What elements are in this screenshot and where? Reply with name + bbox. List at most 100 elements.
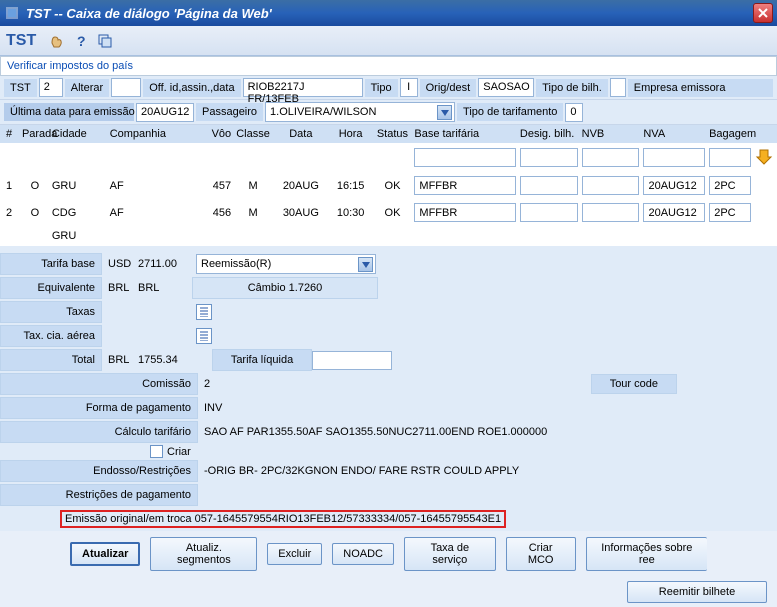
col-bagagem: Bagagem <box>707 128 753 140</box>
help-icon[interactable]: ? <box>72 32 90 50</box>
endosso-val: -ORIG BR- 2PC/32KGNON ENDO/ FARE RSTR CO… <box>198 462 525 480</box>
tarifa-liquida-input[interactable] <box>312 351 392 370</box>
restricoes-label: Restrições de pagamento <box>0 484 198 506</box>
emissao-label: Emissão original/em troca <box>65 513 192 525</box>
window-title: TST -- Caixa de diálogo 'Página da Web' <box>26 6 753 21</box>
origdest-value: SAOSAO <box>478 78 534 97</box>
criar-checkbox[interactable] <box>150 445 163 458</box>
reemitir-bilhete-button[interactable]: Reemitir bilhete <box>627 581 767 603</box>
bag-input-blank[interactable] <box>709 148 751 167</box>
filter-row-2: Última data para emissão 20AUG12 Passage… <box>0 100 777 125</box>
toolbar: TST ? <box>0 26 777 56</box>
desig-input[interactable] <box>520 176 578 195</box>
offid-value: RIOB2217J FR/13FEB <box>243 78 363 97</box>
total-val: 1755.34 <box>132 351 192 369</box>
desig-input-blank[interactable] <box>520 148 578 167</box>
equivalente-val: BRL <box>132 279 192 297</box>
nva-input-blank[interactable] <box>643 148 705 167</box>
atualiz-segmentos-button[interactable]: Atualiz. segmentos <box>150 537 257 571</box>
base-input-blank[interactable] <box>414 148 516 167</box>
tst-label: TST <box>4 79 37 97</box>
equivalente-cur: BRL <box>102 279 132 297</box>
total-label: Total <box>0 349 102 371</box>
alterar-label[interactable]: Alterar <box>65 79 109 97</box>
nva-input[interactable] <box>643 203 705 222</box>
ultima-label: Última data para emissão <box>4 103 134 121</box>
ultima-value: 20AUG12 <box>136 103 194 122</box>
tipotarif-label: Tipo de tarifamento <box>457 103 563 121</box>
filter-row-1: TST 2 Alterar Off. id,assin.,data RIOB22… <box>0 76 777 100</box>
form-section: Tarifa base USD 2711.00 Reemissão(R) Equ… <box>0 246 777 531</box>
verify-taxes-link[interactable]: Verificar impostos do país <box>0 56 777 76</box>
window-titlebar: TST -- Caixa de diálogo 'Página da Web' <box>0 0 777 26</box>
nvb-input-blank[interactable] <box>582 148 640 167</box>
alterar-input[interactable] <box>111 78 141 97</box>
col-data: Data <box>273 128 329 140</box>
info-reemissao-button[interactable]: Informações sobre ree <box>586 537 707 571</box>
forma-pag-val: INV <box>198 399 228 417</box>
base-input[interactable] <box>414 203 516 222</box>
criar-label: Criar <box>167 446 191 458</box>
list-icon[interactable] <box>196 304 212 320</box>
forma-pag-label: Forma de pagamento <box>0 397 198 419</box>
offid-label: Off. id,assin.,data <box>143 79 240 97</box>
excluir-button[interactable]: Excluir <box>267 543 322 565</box>
reemissao-value: Reemissão(R) <box>201 258 271 270</box>
tourcode-label: Tour code <box>591 374 677 394</box>
hand-icon[interactable] <box>48 32 66 50</box>
col-base: Base tarifária <box>412 128 518 140</box>
passageiro-select[interactable]: 1.OLIVEIRA/WILSON <box>265 102 455 122</box>
col-nvb: NVB <box>580 128 642 140</box>
col-desig: Desig. bilh. <box>518 128 580 140</box>
nvb-input[interactable] <box>582 176 640 195</box>
tarifa-liquida-label[interactable]: Tarifa líquida <box>212 349 312 371</box>
col-voo: Vôo <box>183 128 233 140</box>
tax-cia-label: Tax. cia. aérea <box>0 325 102 347</box>
empresa-label: Empresa emissora <box>628 79 773 97</box>
calculo-val: SAO AF PAR1355.50AF SAO1355.50NUC2711.00… <box>198 423 553 441</box>
close-button[interactable] <box>753 3 773 23</box>
list-icon[interactable] <box>196 328 212 344</box>
col-num: # <box>4 128 20 140</box>
col-nva: NVA <box>641 128 707 140</box>
grid-input-row <box>0 143 777 172</box>
atualizar-button[interactable]: Atualizar <box>70 542 140 566</box>
tipobilh-label: Tipo de bilh. <box>536 79 608 97</box>
bag-input[interactable] <box>709 176 751 195</box>
bag-input[interactable] <box>709 203 751 222</box>
copy-icon[interactable] <box>96 32 114 50</box>
bottom-button-row: Reemitir bilhete <box>0 577 777 607</box>
tst-value: 2 <box>39 78 63 97</box>
passageiro-value: 1.OLIVEIRA/WILSON <box>270 106 376 118</box>
endosso-label: Endosso/Restrições <box>0 460 198 482</box>
tipobilh-value <box>610 78 626 97</box>
emissao-val: 057-1645579554RIO13FEB12/57333334/057-16… <box>195 513 501 525</box>
noadc-button[interactable]: NOADC <box>332 543 394 565</box>
tarifa-base-cur: USD <box>102 255 132 273</box>
total-cur: BRL <box>102 351 132 369</box>
comissao-label: Comissão <box>0 373 198 395</box>
tipo-value: I <box>400 78 418 97</box>
taxa-servico-button[interactable]: Taxa de serviço <box>404 537 496 571</box>
arrow-down-icon[interactable] <box>755 147 773 168</box>
cambio-label: Câmbio 1.7260 <box>192 277 378 299</box>
grid-header: # Parada Cidade Companhia Vôo Classe Dat… <box>0 125 777 143</box>
table-row: GRU <box>0 226 777 246</box>
desig-input[interactable] <box>520 203 578 222</box>
nva-input[interactable] <box>643 176 705 195</box>
tipotarif-value: 0 <box>565 103 583 122</box>
origdest-label: Orig/dest <box>420 79 477 97</box>
base-input[interactable] <box>414 176 516 195</box>
col-classe: Classe <box>233 128 273 140</box>
nvb-input[interactable] <box>582 203 640 222</box>
col-hora: Hora <box>329 128 373 140</box>
passageiro-label: Passageiro <box>196 103 263 121</box>
equivalente-label: Equivalente <box>0 277 102 299</box>
criar-mco-button[interactable]: Criar MCO <box>506 537 576 571</box>
tarifa-base-val: 2711.00 <box>132 255 192 273</box>
emissao-highlight: Emissão original/em troca 057-1645579554… <box>60 510 506 528</box>
calculo-label: Cálculo tarifário <box>0 421 198 443</box>
reemissao-select[interactable]: Reemissão(R) <box>196 254 376 274</box>
svg-text:?: ? <box>77 33 86 49</box>
button-row: Atualizar Atualiz. segmentos Excluir NOA… <box>0 531 777 577</box>
